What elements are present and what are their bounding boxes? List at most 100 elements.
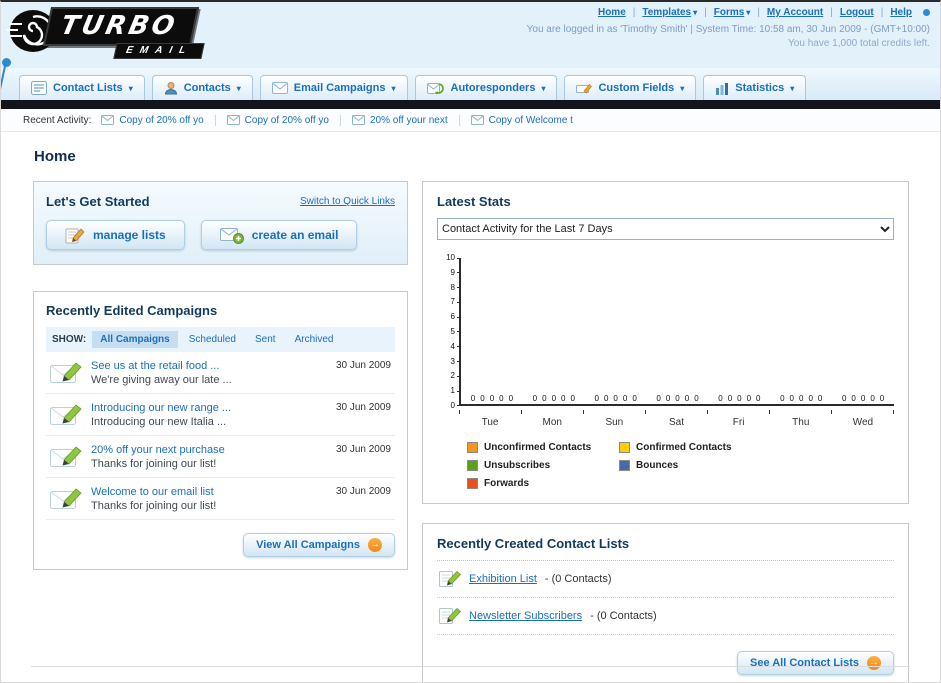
top-link-my-account[interactable]: My Account [760, 7, 830, 18]
envelope-pencil-icon [50, 404, 82, 425]
chart-value-label: 0 [860, 394, 866, 403]
switch-quick-links-link[interactable]: Switch to Quick Links [300, 196, 395, 207]
chart-value-label: 0 [780, 394, 785, 403]
recent-activity-item[interactable]: 20% off your next [351, 114, 460, 126]
chart-value-label: 0 [789, 394, 794, 403]
chart-y-tick-label: 0 [437, 401, 461, 410]
chart-value-label: 0 [870, 394, 875, 403]
nav-tab-statistics[interactable]: Statistics ▾ [703, 75, 807, 100]
email-campaigns-icon [271, 82, 288, 94]
legend-label: Bounces [636, 460, 679, 471]
nav-tab-contact-lists[interactable]: Contact Lists ▾ [19, 75, 145, 100]
recent-activity-item[interactable]: Copy of 20% off yo [101, 114, 216, 126]
app-window: TURBO EMAIL Home | Templates ▾ | Forms ▾ | My… [0, 0, 941, 683]
recent-activity-item[interactable]: Copy of Welcome t [470, 115, 584, 126]
tab-archived[interactable]: Archived [287, 331, 342, 348]
right-column: Latest Stats Contact Activity for the La… [422, 181, 909, 682]
chart-value-label: 0 [594, 394, 599, 403]
chart-value-label: 0 [756, 394, 761, 403]
chart-y-tick-label: 5 [437, 327, 461, 336]
envelope-pencil-icon [50, 488, 82, 509]
campaign-date: 30 Jun 2009 [335, 402, 391, 413]
chart-value-label: 0 [542, 394, 547, 403]
nav-tab-contacts[interactable]: Contacts ▾ [151, 75, 253, 100]
top-link-logout[interactable]: Logout [833, 7, 881, 18]
chart-value-label: 0 [817, 394, 823, 403]
show-label: SHOW: [52, 334, 87, 345]
envelope-icon [226, 115, 240, 125]
top-link-home[interactable]: Home [591, 7, 633, 18]
chart-value-label: 0 [499, 394, 504, 403]
chart-y-axis-labels: 10 9 8 7 6 5 4 3 2 1 0 [437, 254, 461, 410]
recent-campaigns-panel: Recently Edited Campaigns SHOW: All Camp… [33, 291, 408, 570]
chart-value-label: 0 [656, 394, 661, 403]
top-utility-nav: Home | Templates ▾ | Forms ▾ | My Account | Lo… [527, 7, 930, 18]
chevron-down-icon: ▾ [790, 83, 795, 93]
chart-y-tick-label: 7 [437, 298, 461, 306]
tab-scheduled[interactable]: Scheduled [181, 331, 244, 348]
contact-list-item: Newsletter Subscribers - (0 Contacts) [437, 598, 894, 635]
chevron-down-icon: ▾ [541, 83, 546, 93]
recent-contact-lists-panel: Recently Created Contact Lists Exhibitio… [422, 523, 909, 682]
campaign-title-link[interactable]: Introducing our new range ... [91, 402, 231, 414]
legend-entry: Bounces [619, 460, 771, 471]
chart-value-label: 0 [737, 394, 742, 403]
top-link-forms[interactable]: Forms ▾ [707, 7, 758, 18]
campaign-date: 30 Jun 2009 [335, 444, 391, 455]
chart-value-label: 0 [665, 394, 671, 403]
legend-swatch [467, 442, 478, 453]
chart-x-tick [708, 410, 770, 414]
campaign-title-link[interactable]: 20% off your next purchase [91, 444, 225, 456]
credits-text: You have 1,000 total credits left. [788, 38, 930, 49]
chart-value-label: 0 [489, 394, 495, 403]
chart-x-tick-label: Sun [605, 417, 624, 428]
contact-list-link[interactable]: Exhibition List [469, 573, 537, 585]
chart-value-label: 0 [551, 394, 557, 403]
chart-y-tick-label: 9 [437, 268, 461, 277]
chart-x-tick-label: Thu [792, 417, 810, 428]
legend-entry: Confirmed Contacts [619, 442, 771, 453]
nav-tab-custom-fields[interactable]: Custom Fields ▾ [564, 75, 697, 100]
campaign-title-link[interactable]: Welcome to our email list [91, 486, 216, 498]
custom-fields-icon [576, 83, 593, 93]
stats-filter-select[interactable]: Contact Activity for the Last 7 Days [437, 218, 894, 240]
contact-list-link[interactable]: Newsletter Subscribers [469, 610, 582, 622]
chart-bar-group: 00000 [461, 394, 523, 403]
see-all-contact-lists-button[interactable]: See All Contact Lists → [736, 651, 894, 675]
tab-all-campaigns[interactable]: All Campaigns [92, 331, 178, 348]
nav-tab-email-campaigns[interactable]: Email Campaigns ▾ [259, 75, 408, 100]
chart-value-label: 0 [532, 394, 538, 403]
chart-y-tick-label: 2 [437, 372, 461, 380]
help-indicator-dot [923, 9, 930, 16]
view-all-campaigns-button[interactable]: View All Campaigns → [243, 533, 395, 557]
tab-sent[interactable]: Sent [247, 331, 284, 348]
envelope-plus-icon [219, 228, 244, 244]
chart-value-label: 0 [675, 394, 680, 403]
legend-entry: Forwards [467, 478, 619, 489]
chart-value-label: 0 [694, 394, 699, 403]
manage-lists-button[interactable]: manage lists [46, 220, 185, 250]
create-email-button[interactable]: create an email [200, 220, 358, 250]
campaign-subtitle: We're giving away our late ... [91, 374, 232, 386]
main-content: Home Let's Get Started Switch to Quick L… [1, 132, 940, 682]
recent-activity-label: Recent Activity: [23, 114, 92, 126]
contact-lists-title: Recently Created Contact Lists [437, 536, 894, 561]
envelope-icon [351, 115, 365, 125]
chart-x-tick [770, 410, 832, 414]
campaign-list-item: See us at the retail food ... We're givin… [46, 352, 395, 394]
top-link-templates[interactable]: Templates ▾ [635, 7, 704, 18]
legend-entry: Unsubscribes [467, 460, 619, 471]
contact-activity-chart: 10 9 8 7 6 5 4 3 2 1 0 000000000000000000000000000… [437, 254, 894, 489]
chart-x-tick-label: Mon [542, 417, 562, 428]
logo-text-turbo: TURBO [42, 7, 199, 46]
chart-value-label: 0 [622, 394, 628, 403]
recent-activity-item[interactable]: Copy of 20% off yo [226, 114, 341, 126]
chart-y-tick-label: 6 [437, 313, 461, 321]
app-logo: TURBO EMAIL [7, 5, 205, 59]
nav-tab-autoresponders[interactable]: Autoresponders ▾ [414, 75, 558, 100]
chevron-down-icon: ▾ [128, 83, 133, 93]
envelope-pencil-icon [50, 446, 82, 467]
campaign-title-link[interactable]: See us at the retail food ... [91, 360, 232, 372]
chart-value-label: 0 [746, 394, 752, 403]
top-link-help[interactable]: Help [883, 7, 919, 18]
